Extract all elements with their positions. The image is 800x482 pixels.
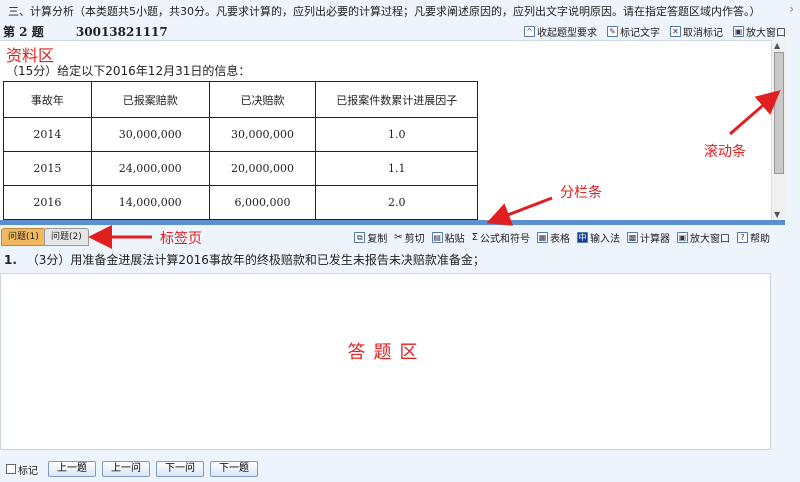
prev-question-button[interactable]: 上一题 — [48, 461, 96, 477]
table-cell: 1.1 — [315, 151, 478, 186]
table-cell: 1.0 — [315, 117, 478, 152]
annotation-tabs: 标签页 — [160, 231, 202, 247]
table-header-cell: 已决赔款 — [208, 81, 317, 118]
footer-nav: 标记 上一题 上一问 下一问 下一题 — [0, 459, 800, 479]
data-table: 事故年 已报案赔款 已决赔款 已报案件数累计进展因子 2014 30,000,0… — [3, 81, 478, 220]
copy-label: 复制 — [367, 234, 388, 245]
table-header-cell: 已报案件数累计进展因子 — [315, 81, 478, 118]
sub-question: 1. （3分）用准备金进展法计算2016事故年的终极赔款和已发生未报告未决赔款准… — [4, 251, 485, 268]
enlarge-window-label: 放大窗口 — [746, 28, 786, 39]
sub-question-number: 1. — [4, 253, 17, 267]
table-cell: 2016 — [3, 185, 92, 220]
table-cell: 2.0 — [315, 185, 478, 220]
answer-toolbar: ⧉ 复制 ✂ 剪切 ▤ 粘贴 Σ 公式和符号 ▦ 表格 中输入法 ▩ 计算器 ▣ 放大窗口 ?… — [354, 230, 770, 245]
enlarge-answer-label: 放大窗口 — [690, 234, 730, 245]
help-button[interactable]: ? 帮助 — [737, 230, 770, 245]
collapse-requirements-button[interactable]: ^ 收起题型要求 — [524, 24, 597, 39]
scrollbar-thumb[interactable] — [774, 52, 784, 174]
annotation-scrollbar: 滚动条 — [704, 144, 746, 160]
question-number: 第 2 题 — [3, 25, 44, 39]
eraser-icon: ✕ — [670, 26, 681, 37]
material-scrollbar[interactable]: ▲ ▼ — [771, 40, 785, 220]
pencil-icon: ✎ — [607, 26, 618, 37]
cut-button[interactable]: ✂ 剪切 — [394, 230, 424, 245]
help-icon: ? — [737, 232, 748, 243]
question-title: 第 2 题 30013821117 — [3, 23, 168, 40]
paste-button[interactable]: ▤ 粘贴 — [431, 230, 465, 245]
table-header-row: 事故年 已报案赔款 已决赔款 已报案件数累计进展因子 — [3, 81, 478, 118]
table-cell: 14,000,000 — [90, 185, 210, 220]
input-method-icon: 中 — [577, 232, 588, 243]
cut-label: 剪切 — [404, 234, 425, 245]
mark-text-label: 标记文字 — [620, 28, 660, 39]
tab-question-1[interactable]: 问题(1) — [1, 228, 46, 246]
table-cell: 2014 — [3, 117, 92, 152]
table-header-cell: 事故年 — [3, 81, 92, 118]
enlarge-window-button[interactable]: ▣ 放大窗口 — [733, 24, 786, 39]
material-area: 资料区 （15分）给定以下2016年12月31日的信息： 事故年 已报案赔款 已… — [0, 40, 785, 220]
table-cell: 30,000,000 — [90, 117, 210, 152]
table-row: 2014 30,000,000 30,000,000 1.0 — [3, 117, 478, 152]
table-header-cell: 已报案赔款 — [90, 81, 210, 118]
collapse-requirements-label: 收起题型要求 — [537, 28, 597, 39]
next-subquestion-button[interactable]: 下一问 — [156, 461, 204, 477]
formula-label: 公式和符号 — [480, 234, 530, 245]
answer-area-label: 答题区 — [347, 342, 426, 363]
mark-checkbox[interactable]: 标记 — [6, 462, 38, 477]
cancel-mark-button[interactable]: ✕ 取消标记 — [670, 24, 723, 39]
answer-area[interactable]: 答题区 — [0, 273, 771, 450]
scissors-icon: ✂ — [394, 232, 403, 243]
tab-question-2[interactable]: 问题(2) — [44, 228, 89, 246]
collapse-icon: ^ — [524, 26, 535, 37]
calculator-label: 计算器 — [640, 234, 670, 245]
checkbox-icon[interactable] — [6, 464, 16, 474]
question-header: 第 2 题 30013821117 ^ 收起题型要求 ✎ 标记文字 ✕ 取消标记 ▣ 放… — [0, 22, 800, 40]
table-cell: 24,000,000 — [90, 151, 210, 186]
paste-label: 粘贴 — [444, 234, 465, 245]
sigma-icon: Σ — [471, 232, 478, 243]
scroll-up-icon[interactable]: ▲ — [774, 41, 780, 50]
material-intro: （15分）给定以下2016年12月31日的信息： — [6, 64, 251, 78]
input-method-button[interactable]: 中输入法 — [577, 230, 620, 245]
section-instructions: 三、计算分析（本类题共5小题，共30分。凡要求计算的，应列出必要的计算过程；凡要… — [0, 0, 800, 22]
copy-icon: ⧉ — [354, 232, 366, 243]
next-question-button[interactable]: 下一题 — [210, 461, 258, 477]
input-method-label: 输入法 — [590, 234, 620, 245]
clipboard-icon: ▤ — [431, 232, 443, 243]
table-label: 表格 — [550, 234, 570, 245]
table-row: 2015 24,000,000 20,000,000 1.1 — [3, 151, 478, 186]
calculator-icon: ▩ — [627, 232, 638, 243]
calculator-button[interactable]: ▩ 计算器 — [627, 230, 670, 245]
cancel-mark-label: 取消标记 — [683, 28, 723, 39]
top-toolbar: ^ 收起题型要求 ✎ 标记文字 ✕ 取消标记 ▣ 放大窗口 — [524, 24, 786, 39]
question-tabbar: 问题(1) 问题(2) ⧉ 复制 ✂ 剪切 ▤ 粘贴 Σ 公式和符号 ▦ 表格 中输入法 … — [0, 225, 800, 247]
table-cell: 6,000,000 — [208, 185, 317, 220]
mark-text-button[interactable]: ✎ 标记文字 — [607, 24, 660, 39]
table-icon: ▦ — [537, 232, 548, 243]
window-icon: ▣ — [677, 232, 688, 243]
copy-button[interactable]: ⧉ 复制 — [354, 230, 387, 245]
table-row: 2016 14,000,000 6,000,000 2.0 — [3, 185, 478, 220]
table-cell: 30,000,000 — [208, 117, 317, 152]
table-cell: 20,000,000 — [208, 151, 317, 186]
help-label: 帮助 — [750, 234, 770, 245]
table-button[interactable]: ▦ 表格 — [537, 230, 570, 245]
section-instructions-text: 三、计算分析（本类题共5小题，共30分。凡要求计算的，应列出必要的计算过程；凡要… — [8, 5, 761, 18]
sub-question-text: （3分）用准备金进展法计算2016事故年的终极赔款和已发生未报告未决赔款准备金； — [26, 253, 485, 267]
table-cell: 2015 — [3, 151, 92, 186]
formula-button[interactable]: Σ 公式和符号 — [472, 230, 530, 245]
enlarge-answer-button[interactable]: ▣ 放大窗口 — [677, 230, 730, 245]
mark-label: 标记 — [18, 465, 38, 477]
window-icon: ▣ — [733, 26, 744, 37]
scroll-down-icon[interactable]: ▼ — [774, 210, 780, 219]
prev-subquestion-button[interactable]: 上一问 — [102, 461, 150, 477]
annotation-splitter: 分栏条 — [560, 185, 602, 201]
question-id: 30013821117 — [75, 25, 168, 39]
chevron-right-icon[interactable]: › — [789, 2, 794, 16]
